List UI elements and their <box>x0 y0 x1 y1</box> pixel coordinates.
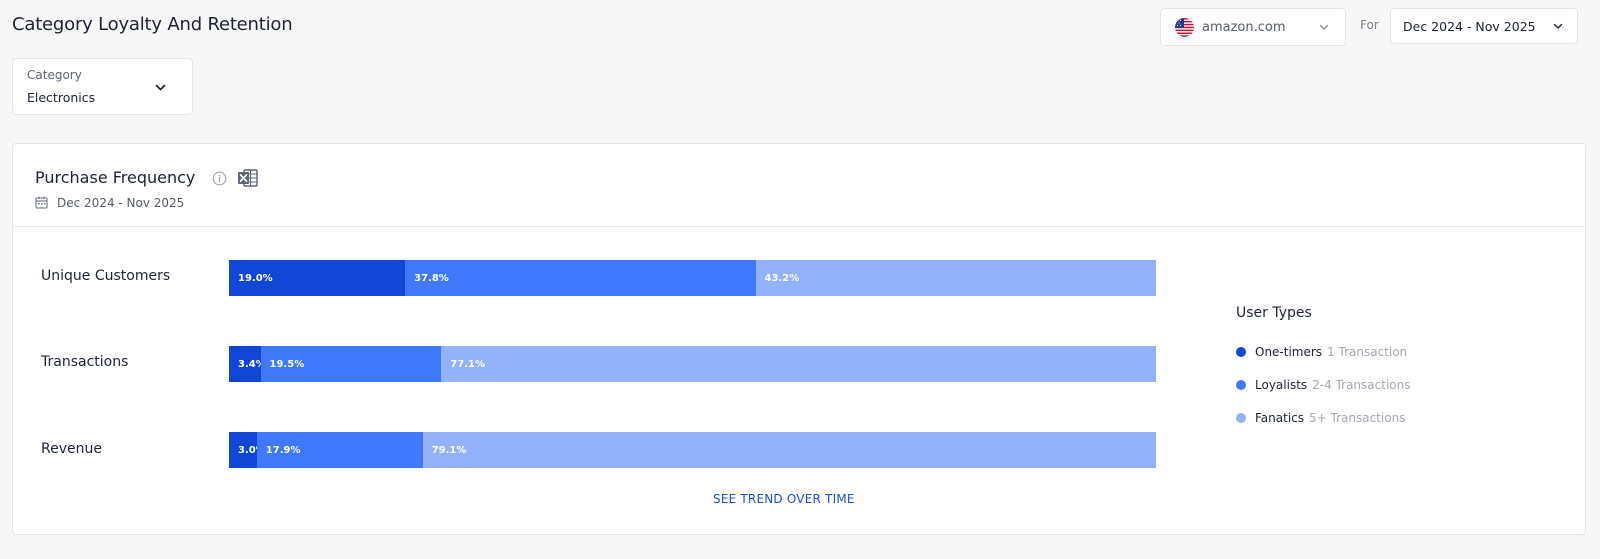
legend-name: Fanatics <box>1255 410 1305 425</box>
legend-name: Loyalists <box>1255 377 1308 392</box>
bar-segment[interactable]: 43.2% <box>755 260 1156 296</box>
chevron-down-icon <box>1553 23 1563 29</box>
bar-label: Revenue <box>41 441 102 457</box>
legend-desc: 5+ Transactions <box>1309 410 1406 425</box>
date-range-select[interactable]: Dec 2024 - Nov 2025 <box>1390 8 1578 44</box>
info-icon[interactable] <box>212 171 227 186</box>
legend-item-one-timers[interactable]: One-timers 1 Transaction <box>1236 335 1410 368</box>
legend-dot <box>1236 379 1246 390</box>
purchase-frequency-card: Purchase Frequency Dec 2024 - Nov 2025 U… <box>12 143 1586 535</box>
bar-segment[interactable]: 79.1% <box>422 432 1156 468</box>
bar-segment[interactable]: 77.1% <box>441 346 1156 382</box>
bar-segment[interactable]: 3.0% <box>229 432 257 468</box>
date-range-value: Dec 2024 - Nov 2025 <box>1403 18 1536 34</box>
chevron-down-icon <box>155 84 166 91</box>
legend-dot <box>1236 346 1246 357</box>
bar-segment[interactable]: 17.9% <box>256 432 423 468</box>
bar-segment[interactable]: 3.4% <box>229 346 261 382</box>
excel-export-icon[interactable] <box>237 167 259 189</box>
us-flag-icon <box>1175 17 1194 37</box>
card-title: Purchase Frequency <box>35 168 196 187</box>
card-date-range: Dec 2024 - Nov 2025 <box>57 196 185 210</box>
legend-title: User Types <box>1236 305 1312 321</box>
bar-label: Transactions <box>41 354 129 370</box>
calendar-icon <box>35 196 48 209</box>
for-label: For <box>1360 18 1379 32</box>
legend-desc: 1 Transaction <box>1327 344 1408 359</box>
see-trend-over-time-link[interactable]: SEE TREND OVER TIME <box>713 492 855 506</box>
stacked-bar[interactable]: 3.0%17.9%79.1% <box>229 432 1156 468</box>
stacked-bar[interactable]: 3.4%19.5%77.1% <box>229 346 1156 382</box>
legend-dot <box>1236 412 1246 423</box>
legend-item-loyalists[interactable]: Loyalists 2-4 Transactions <box>1236 368 1410 401</box>
bar-segment[interactable]: 19.5% <box>260 346 442 382</box>
domain-select[interactable]: amazon.com <box>1160 8 1346 46</box>
domain-select-value: amazon.com <box>1202 19 1286 35</box>
chevron-down-icon <box>1319 24 1329 30</box>
card-header: Purchase Frequency Dec 2024 - Nov 2025 <box>13 144 1585 227</box>
legend-item-fanatics[interactable]: Fanatics 5+ Transactions <box>1236 401 1410 434</box>
legend-desc: 2-4 Transactions <box>1312 377 1411 392</box>
page-title: Category Loyalty And Retention <box>12 14 293 35</box>
stacked-bar[interactable]: 19.0% 37.8% 43.2% <box>229 260 1156 296</box>
bar-label: Unique Customers <box>41 268 171 284</box>
legend: User Types One-timers 1 Transaction Loya… <box>1236 305 1410 434</box>
bar-segment[interactable]: 19.0% <box>229 260 406 296</box>
bar-segment[interactable]: 37.8% <box>405 260 756 296</box>
legend-name: One-timers <box>1255 344 1323 359</box>
category-select[interactable]: Category Electronics <box>12 58 193 115</box>
